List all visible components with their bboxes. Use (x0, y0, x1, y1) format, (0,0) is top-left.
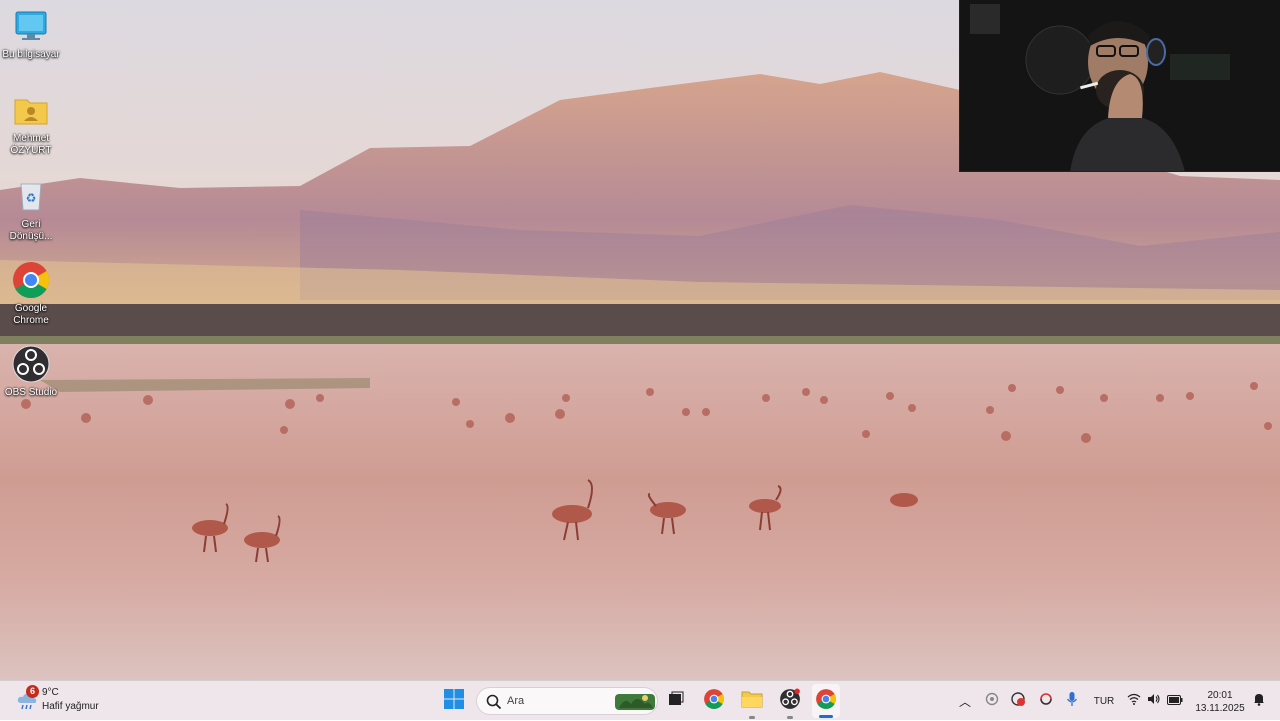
tray-app-3[interactable] (1036, 681, 1056, 721)
tray-shield-icon (985, 692, 999, 711)
desktop-icon-obs-studio[interactable]: OBS Studio (0, 344, 62, 399)
active-window-indicator (819, 715, 833, 718)
search-highlight-icon (615, 692, 655, 717)
microphone-button[interactable] (1062, 681, 1082, 721)
language-label: TUR (1093, 695, 1115, 707)
running-indicator (749, 716, 755, 719)
chrome-icon (11, 260, 51, 300)
file-explorer-icon (741, 689, 763, 714)
clock-date: 13.11.2025 (1195, 703, 1245, 714)
bell-icon (1253, 692, 1265, 711)
svg-text:♻: ♻ (26, 191, 37, 205)
search-icon (486, 694, 502, 715)
taskbar-app-obs[interactable] (776, 681, 804, 721)
search-placeholder: Ara (507, 695, 525, 707)
desktop-icon-label: OBS Studio (4, 387, 58, 398)
tray-app-1[interactable] (982, 681, 1002, 721)
desktop-icon-user-folder[interactable]: Mehmet ÖZYURT (0, 90, 62, 157)
taskbar-app-file-explorer[interactable] (738, 681, 766, 721)
battery-button[interactable] (1166, 681, 1184, 721)
start-button[interactable] (438, 681, 470, 721)
desktop-icon-label: Mehmet ÖZYURT (10, 133, 52, 156)
running-indicator (787, 716, 793, 719)
clock-time: 20:01 (1207, 690, 1233, 701)
weather-widget[interactable]: 6 9°C Hafif yağmur (10, 681, 120, 721)
weather-temperature: 9°C (42, 687, 59, 698)
volume-button[interactable] (1146, 681, 1162, 721)
computer-icon (11, 6, 51, 46)
recycle-bin-icon: ♻ (11, 176, 51, 216)
obs-icon (11, 344, 51, 384)
desktop-icon-label: Bu bilgisayar (2, 49, 60, 60)
chrome-icon (703, 688, 725, 715)
tray-sync-icon (1038, 691, 1054, 712)
language-indicator[interactable]: TUR (1090, 681, 1118, 721)
taskbar-app-chrome-active[interactable] (812, 684, 840, 718)
desktop-icon-this-pc[interactable]: Bu bilgisayar (0, 6, 62, 61)
desktop-icon-google-chrome[interactable]: Google Chrome (0, 260, 62, 327)
chrome-icon (815, 688, 837, 715)
wifi-icon (1127, 692, 1141, 710)
user-folder-icon (11, 90, 51, 130)
taskbar: 6 9°C Hafif yağmur Ara ︿ TUR 20:01 13.11… (0, 680, 1280, 720)
desktop-icon-label: Google Chrome (13, 303, 49, 326)
taskbar-app-chrome[interactable] (700, 681, 728, 721)
obs-icon (779, 688, 801, 715)
weather-alert-badge: 6 (26, 685, 39, 698)
battery-icon (1167, 692, 1183, 710)
show-hidden-icons-button[interactable]: ︿ (956, 681, 974, 721)
task-view-button[interactable] (664, 681, 688, 721)
clock-button[interactable]: 20:01 13.11.2025 (1192, 681, 1248, 721)
tray-app-2[interactable] (1008, 681, 1028, 721)
chevron-up-icon: ︿ (958, 694, 971, 709)
weather-condition: Hafif yağmur (42, 701, 99, 712)
webcam-overlay (959, 0, 1280, 172)
network-button[interactable] (1126, 681, 1142, 721)
taskbar-search-box[interactable]: Ara (476, 687, 658, 715)
notification-center-button[interactable] (1250, 681, 1268, 721)
webcam-feed-image (960, 0, 1280, 171)
desktop-icon-label: Geri Dönüşü... (9, 219, 53, 242)
task-view-icon (668, 691, 684, 712)
desktop-icon-recycle-bin[interactable]: ♻ Geri Dönüşü... (0, 176, 62, 243)
speaker-icon (1147, 692, 1161, 710)
tray-record-icon (1010, 691, 1026, 712)
windows-start-icon (444, 688, 464, 714)
desktop-wallpaper: Bu bilgisayar Mehmet ÖZYURT ♻ Geri Dönüş… (0, 0, 1280, 680)
microphone-icon (1066, 691, 1078, 712)
